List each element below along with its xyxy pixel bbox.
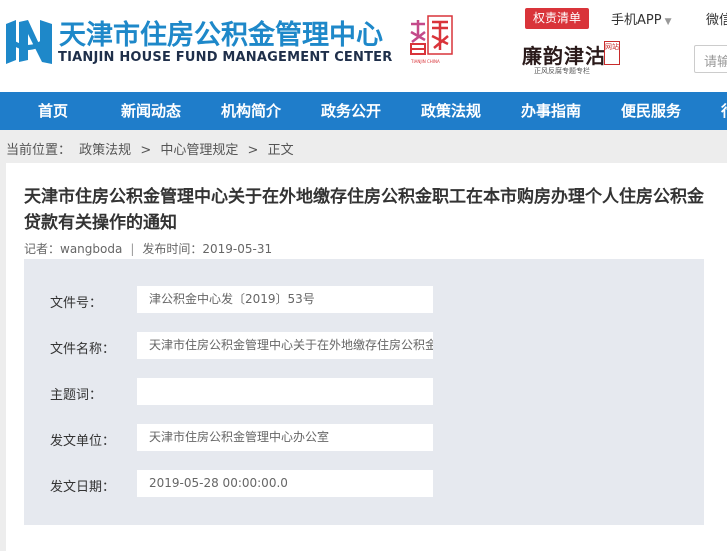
field-value-doc-number: 津公积金中心发〔2019〕53号 (137, 286, 433, 313)
main-nav: 首页 新闻动态 机构简介 政务公开 政策法规 办事指南 便民服务 行 (0, 92, 727, 130)
breadcrumb-item-management-rules[interactable]: 中心管理规定 (160, 143, 238, 158)
site-header: 天津市住房公积金管理中心 TIANJIN HOUSE FUND MANAGEME… (0, 0, 727, 92)
breadcrumb-prefix: 当前位置： (6, 143, 72, 158)
nav-item-services[interactable]: 便民服务 (621, 92, 681, 130)
article-card: 天津市住房公积金管理中心关于在外地缴存住房公积金职工在本市购房办理个人住房公积金… (6, 163, 727, 551)
lianjie-subtitle: 正风反腐专题专栏 (534, 67, 590, 75)
article-title: 天津市住房公积金管理中心关于在外地缴存住房公积金职工在本市购房办理个人住房公积金… (24, 187, 704, 233)
mobile-app-label: 手机APP (611, 13, 662, 28)
breadcrumb-separator: > (140, 143, 152, 158)
breadcrumb-separator: > (247, 143, 259, 158)
lianjie-title: 廉韵津沽 (522, 44, 606, 68)
nav-item-about[interactable]: 机构简介 (221, 92, 281, 130)
field-value-issue-date: 2019-05-28 00:00:00.0 (137, 470, 433, 497)
logo-mark-icon (6, 20, 52, 64)
field-label-doc-name: 文件名称： (50, 342, 116, 357)
article-author: 记者：wangboda (24, 242, 123, 256)
search-input[interactable]: 请输 (694, 45, 727, 73)
breadcrumb: 当前位置： 政策法规 > 中心管理规定 > 正文 (6, 139, 294, 158)
site-logo-subtitle: TIANJIN HOUSE FUND MANAGEMENT CENTER (58, 50, 393, 65)
field-value-doc-name: 天津市住房公积金管理中心关于在外地缴存住房公积金 (137, 332, 433, 359)
field-label-subject: 主题词： (50, 388, 103, 403)
meta-divider: | (130, 242, 135, 256)
field-value-subject (137, 378, 433, 405)
nav-item-home[interactable]: 首页 (38, 92, 68, 130)
field-label-issuer: 发文单位： (50, 434, 116, 449)
breadcrumb-item-current: 正文 (267, 143, 294, 158)
nav-item-more[interactable]: 行 (721, 92, 727, 130)
nav-item-government-affairs[interactable]: 政务公开 (321, 92, 381, 130)
site-logo-title[interactable]: 天津市住房公积金管理中心 (59, 13, 383, 52)
weixin-link[interactable]: 微信 (706, 9, 727, 28)
breadcrumb-item-policy[interactable]: 政策法规 (79, 143, 131, 158)
tianjin-emblem-icon: TIANJIN CHINA (410, 15, 453, 64)
article-meta: 记者：wangboda | 发布时间：2019-05-31 (24, 240, 272, 257)
nav-item-guide[interactable]: 办事指南 (521, 92, 581, 130)
lianjie-banner[interactable]: 廉韵津沽 网站 正风反腐专题专栏 (520, 38, 622, 78)
nav-item-policy[interactable]: 政策法规 (421, 92, 481, 130)
chevron-down-icon: ▼ (664, 17, 672, 27)
field-value-issuer: 天津市住房公积金管理中心办公室 (137, 424, 433, 451)
mobile-app-menu[interactable]: 手机APP ▼ (611, 9, 672, 28)
article-date: 发布时间：2019-05-31 (142, 242, 273, 256)
emblem-caption: TIANJIN CHINA (410, 59, 440, 64)
nav-item-news[interactable]: 新闻动态 (121, 92, 181, 130)
document-info-panel: 文件号： 津公积金中心发〔2019〕53号 文件名称： 天津市住房公积金管理中心… (24, 259, 704, 525)
field-label-doc-number: 文件号： (50, 296, 103, 311)
field-label-issue-date: 发文日期： (50, 480, 116, 495)
lianjie-stamp: 网站 (604, 41, 620, 65)
power-list-button[interactable]: 权责清单 (525, 8, 589, 29)
